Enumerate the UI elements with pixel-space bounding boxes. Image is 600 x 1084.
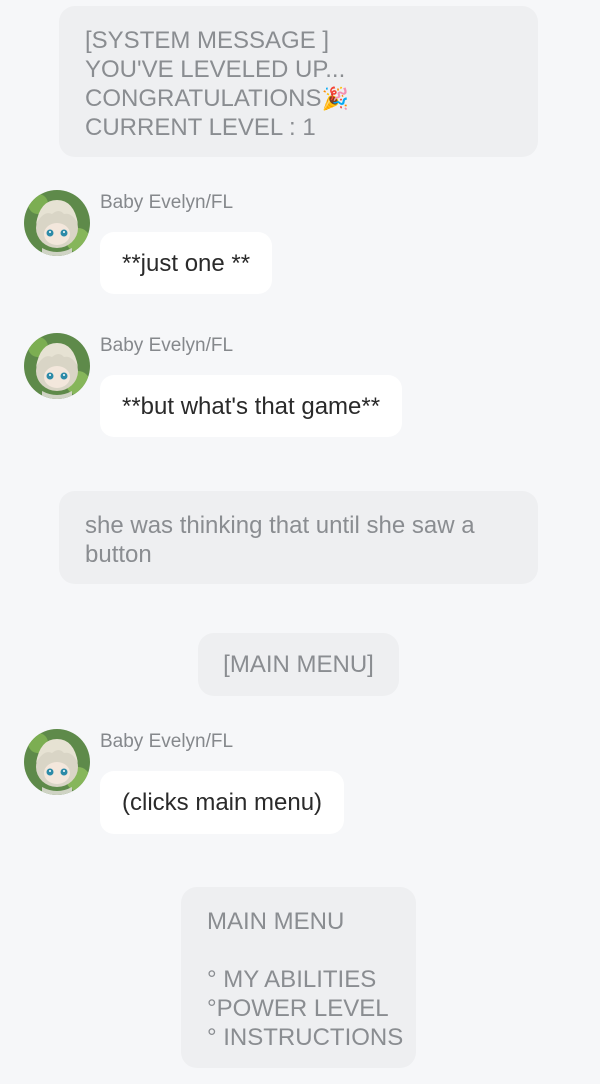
system-message-level-up: [SYSTEM MESSAGE ] YOU'VE LEVELED UP... C… — [59, 6, 538, 157]
chat-bubble[interactable]: **just one ** — [100, 232, 273, 294]
menu-spacer — [207, 936, 390, 965]
chat-bubble[interactable]: **but what's that game** — [100, 375, 403, 437]
system-line: CONGRATULATIONS — [85, 85, 322, 112]
narration-line: she was thinking that until she saw a — [85, 512, 475, 539]
main-menu-button[interactable]: [MAIN MENU] — [198, 633, 399, 696]
avatar[interactable] — [24, 729, 90, 795]
avatar[interactable] — [24, 333, 90, 399]
author-name[interactable]: Baby Evelyn/FL — [100, 192, 233, 214]
menu-item-instructions[interactable]: ° INSTRUCTIONS — [207, 1023, 403, 1052]
party-popper-icon: 🎉 — [321, 86, 349, 111]
system-line: [SYSTEM MESSAGE ] — [85, 27, 330, 54]
system-message-main-menu: MAIN MENU ° MY ABILITIES °POWER LEVEL ° … — [181, 887, 416, 1068]
narration-line: button — [85, 541, 152, 568]
system-line: CURRENT LEVEL : 1 — [85, 114, 316, 141]
avatar[interactable] — [24, 190, 90, 256]
chat-bubble[interactable]: (clicks main menu) — [100, 771, 345, 834]
system-message-narration: she was thinking that until she saw a bu… — [59, 491, 538, 584]
author-name[interactable]: Baby Evelyn/FL — [100, 731, 233, 753]
main-menu-label: [MAIN MENU] — [223, 651, 374, 678]
menu-title: MAIN MENU — [207, 908, 345, 935]
menu-item-my-abilities[interactable]: ° MY ABILITIES — [207, 965, 390, 994]
menu-item-power-level[interactable]: °POWER LEVEL — [207, 994, 390, 1023]
author-name[interactable]: Baby Evelyn/FL — [100, 335, 233, 357]
system-line: YOU'VE LEVELED UP... — [85, 56, 346, 83]
